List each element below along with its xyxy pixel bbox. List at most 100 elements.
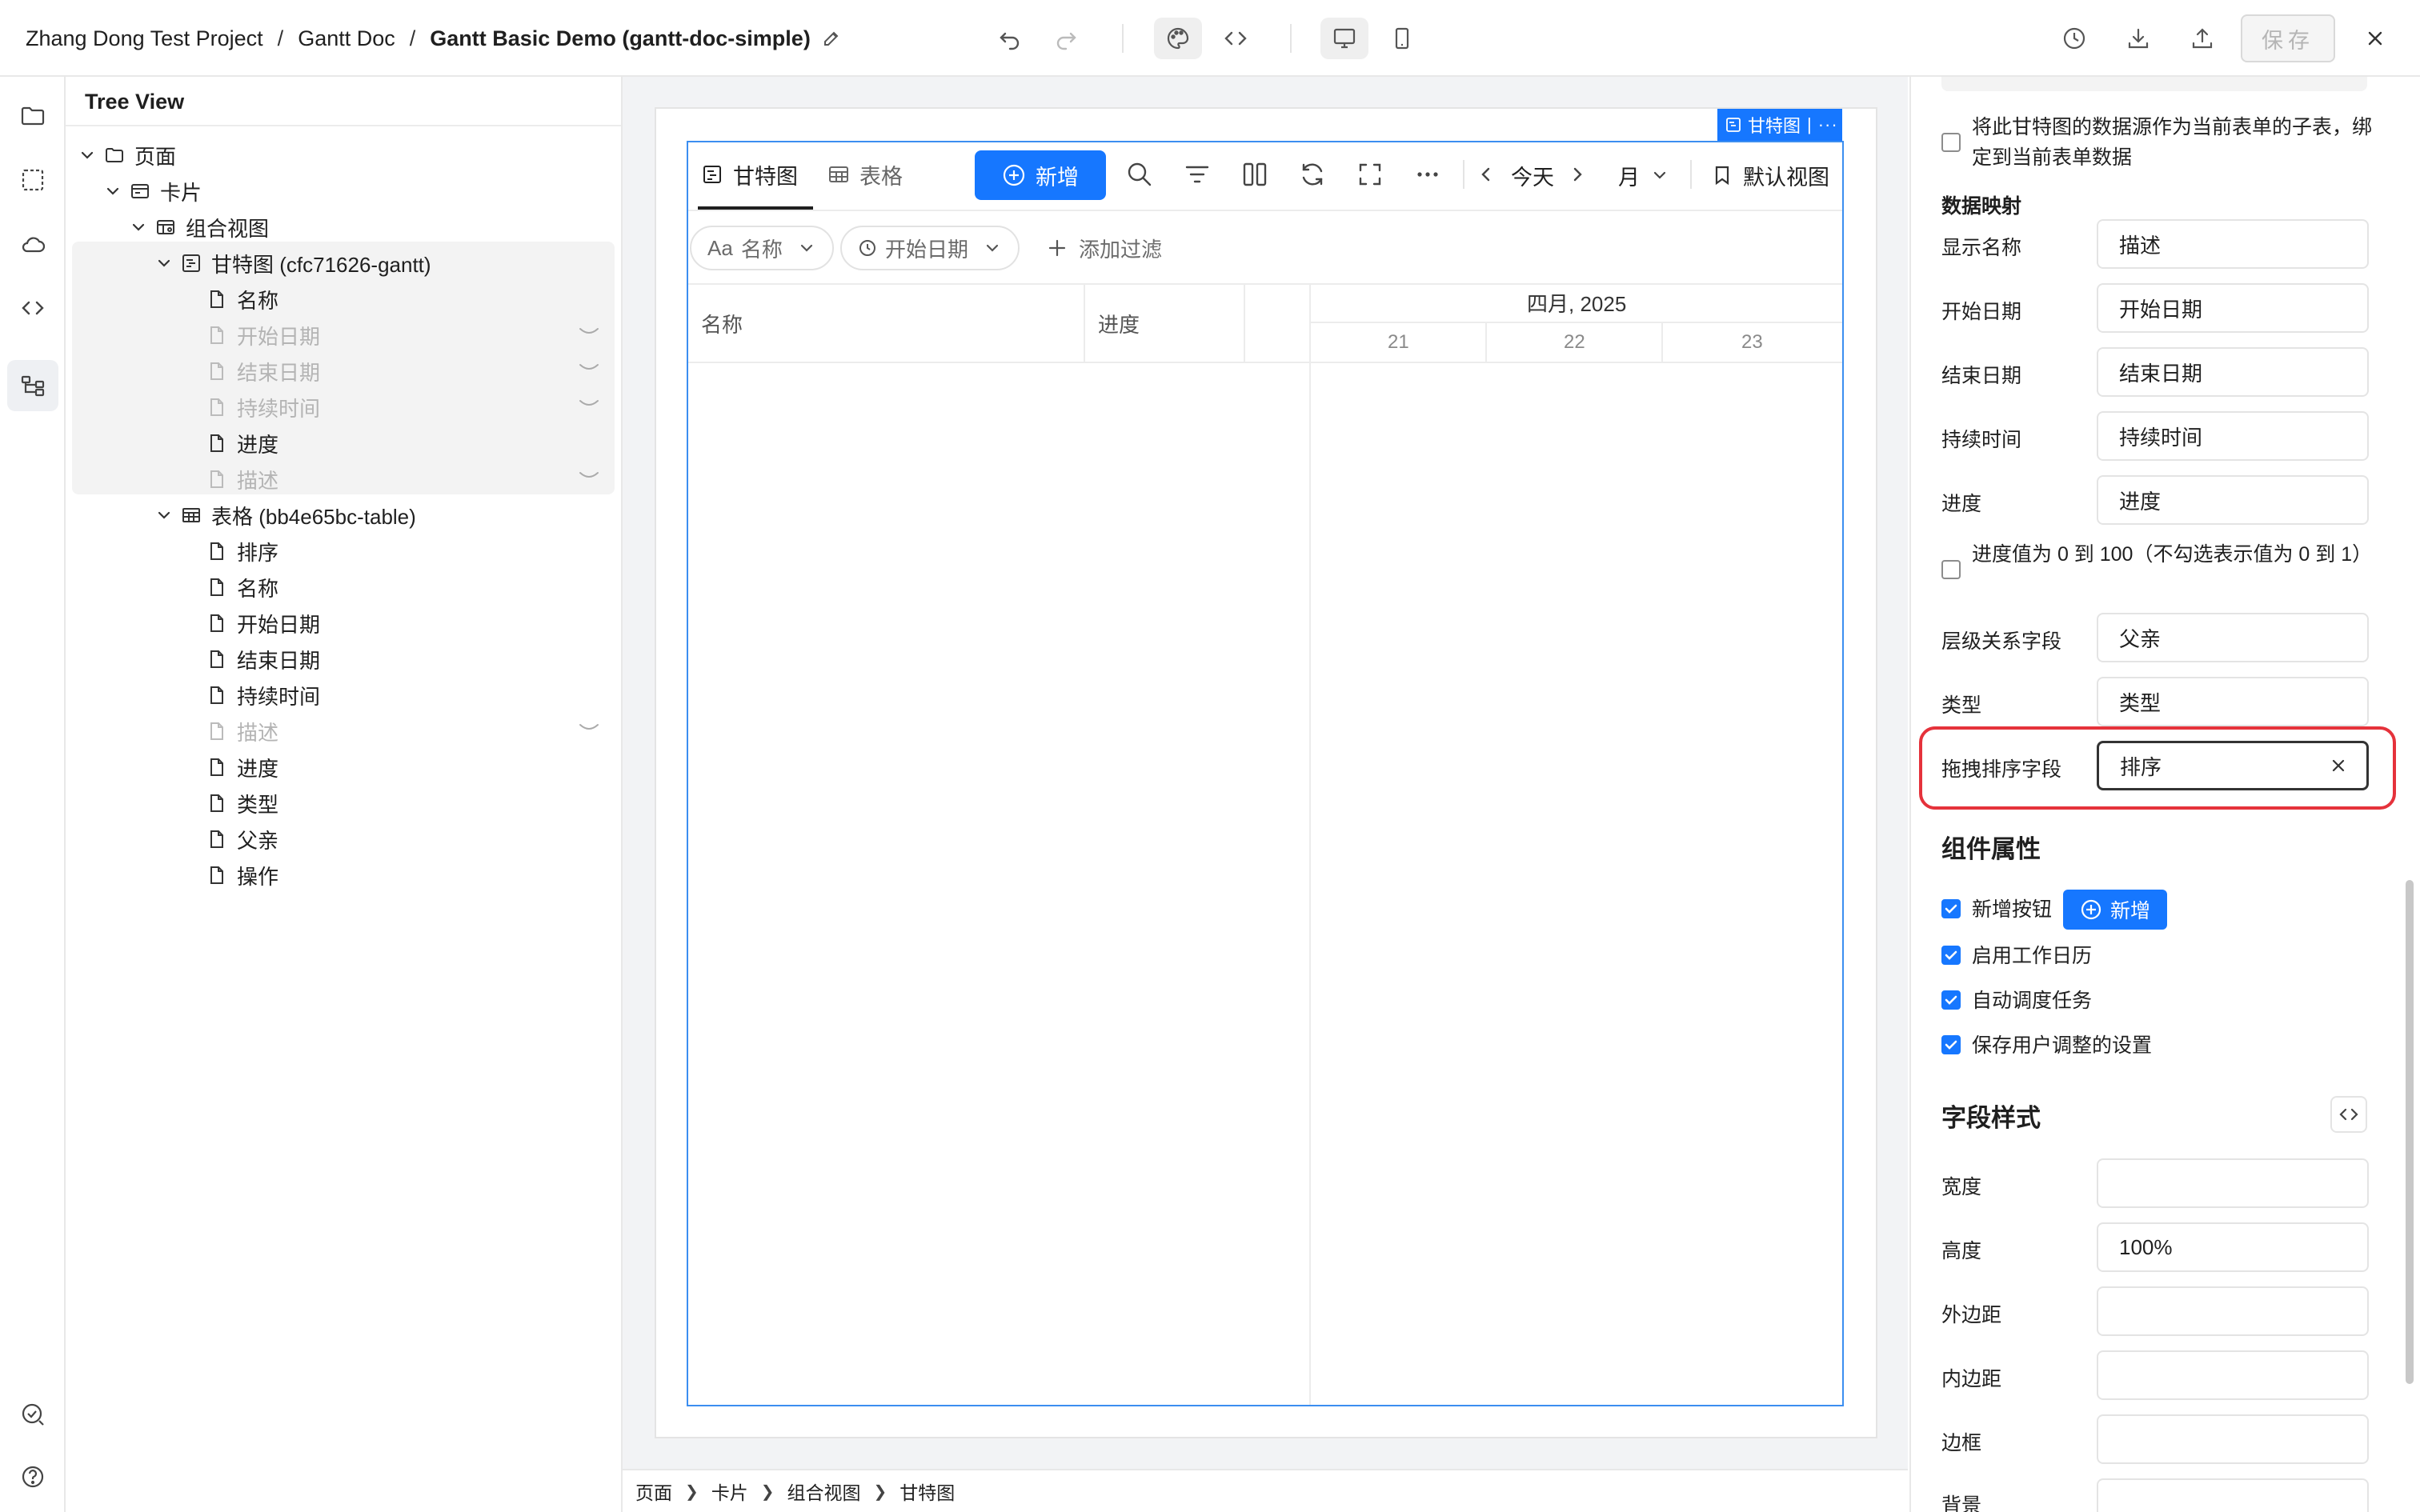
crumb-page[interactable]: 页面 [635,1478,672,1505]
chevron-down-icon[interactable] [155,254,173,272]
tree-item[interactable]: 持续时间 [181,390,320,425]
breadcrumb-doc[interactable]: Gantt Doc [298,26,395,51]
tree-item[interactable]: 操作 [181,858,278,893]
tree-item[interactable]: 结束日期 [181,642,320,677]
tree-item[interactable]: 卡片 [104,174,202,209]
close-button[interactable] [2351,18,2399,59]
upload-button[interactable] [2178,18,2226,59]
rail-code-button[interactable] [7,282,58,334]
tree-item[interactable]: 开始日期 [181,606,320,641]
style-input-background[interactable] [2097,1478,2369,1512]
tree-item[interactable]: 甘特图 (cfc71626-gantt) [155,246,431,281]
tree-item[interactable]: 描述 [181,714,278,749]
add-button-checkbox[interactable] [1941,899,1961,918]
tree-item[interactable]: 持续时间 [181,678,320,713]
chevron-down-icon[interactable] [155,506,173,524]
tree-item[interactable]: 开始日期 [181,318,320,353]
chevron-left-icon[interactable] [1476,160,1496,189]
tab-table[interactable]: 表格 [827,154,903,195]
crumb-gantt[interactable]: 甘特图 [899,1478,955,1505]
eye-closed-icon[interactable] [578,362,600,374]
style-input-padding[interactable] [2097,1350,2369,1400]
tree-item[interactable]: 描述 [181,462,278,497]
rail-files-button[interactable] [7,90,58,142]
tree-item[interactable]: 名称 [181,570,278,605]
eye-closed-icon[interactable] [578,470,600,482]
mapping-select-type[interactable]: 类型 [2097,677,2369,726]
more-icon[interactable] [1413,160,1442,189]
columns-icon[interactable] [1240,160,1269,189]
today-button[interactable]: 今天 [1511,160,1554,190]
filter-chip-start-date[interactable]: 开始日期 [840,226,1020,270]
history-button[interactable] [2050,18,2098,59]
chevron-down-icon[interactable] [104,182,122,200]
more-icon[interactable]: ··· [1818,114,1838,135]
code-view-button[interactable] [1212,18,1260,59]
tree-item[interactable]: 进度 [181,750,278,785]
eye-closed-icon[interactable] [578,326,600,338]
scrollbar[interactable] [2406,880,2414,1384]
style-input-margin[interactable] [2097,1286,2369,1336]
breadcrumb-project[interactable]: Zhang Dong Test Project [26,26,263,51]
mapping-select-duration[interactable]: 持续时间 [2097,411,2369,461]
chevron-right-icon[interactable] [1567,160,1588,189]
filter-chip-name[interactable]: Aa 名称 [690,226,834,270]
style-input-height[interactable]: 100% [2097,1222,2369,1272]
mobile-view-button[interactable] [1378,18,1426,59]
view-select[interactable]: 默认视图 [1711,160,1829,190]
filter-icon[interactable] [1183,160,1212,189]
auto-schedule-checkbox[interactable] [1941,990,1961,1010]
download-button[interactable] [2114,18,2162,59]
mapping-select-display-name[interactable]: 描述 [2097,219,2369,269]
rail-check-button[interactable] [7,1389,58,1440]
mapping-select-end-date[interactable]: 结束日期 [2097,347,2369,397]
style-input-width[interactable] [2097,1158,2369,1208]
rail-cloud-button[interactable] [7,218,58,270]
crumb-card[interactable]: 卡片 [711,1478,748,1505]
rail-tree-button[interactable] [7,360,58,411]
style-input-border[interactable] [2097,1414,2369,1464]
mapping-select-parent[interactable]: 父亲 [2097,613,2369,662]
work-calendar-checkbox[interactable] [1941,946,1961,965]
eye-closed-icon[interactable] [578,398,600,410]
progress-range-checkbox[interactable] [1941,560,1961,579]
chevron-down-icon[interactable] [78,146,96,164]
subtable-checkbox[interactable] [1941,133,1961,152]
edit-icon[interactable] [822,29,841,48]
redo-button[interactable] [1042,18,1090,59]
gantt-add-button[interactable]: 新增 [975,150,1106,200]
chevron-down-icon[interactable] [130,218,147,236]
refresh-icon[interactable] [1298,160,1327,189]
crumb-combo-view[interactable]: 组合视图 [787,1478,861,1505]
tree-item[interactable]: 类型 [181,786,278,821]
eye-closed-icon[interactable] [578,722,600,734]
tree-item[interactable]: 父亲 [181,822,278,857]
undo-button[interactable] [986,18,1034,59]
mapping-select-sort[interactable]: 排序 [2097,741,2369,790]
tree-item[interactable]: 排序 [181,534,278,569]
theme-button[interactable] [1154,18,1202,59]
tree-item[interactable]: 组合视图 [130,210,269,245]
column-header-progress[interactable]: 进度 [1098,309,1140,338]
desktop-view-button[interactable] [1320,18,1368,59]
save-button[interactable]: 保存 [2241,14,2335,62]
tree-item[interactable]: 进度 [181,426,278,461]
mapping-select-progress[interactable]: 进度 [2097,475,2369,525]
mapping-select-start-date[interactable]: 开始日期 [2097,283,2369,333]
save-settings-checkbox[interactable] [1941,1035,1961,1054]
tree-item[interactable]: 结束日期 [181,354,320,389]
gantt-component[interactable] [687,141,1844,1406]
tree-item[interactable]: 页面 [78,138,176,173]
tree-item[interactable]: 表格 (bb4e65bc-table) [155,498,416,533]
add-filter-button[interactable]: 添加过滤 [1047,232,1162,264]
clear-icon[interactable] [2330,757,2347,774]
rail-help-button[interactable] [7,1451,58,1502]
search-icon[interactable] [1125,160,1154,189]
tree-item[interactable]: 名称 [181,282,278,317]
tab-gantt[interactable]: 甘特图 [701,154,798,195]
scale-select[interactable]: 月 [1618,160,1669,190]
style-code-button[interactable] [2330,1096,2367,1133]
rail-select-button[interactable] [7,154,58,206]
fullscreen-icon[interactable] [1356,160,1384,189]
gantt-component-tag[interactable]: 甘特图 | ··· [1717,109,1842,141]
